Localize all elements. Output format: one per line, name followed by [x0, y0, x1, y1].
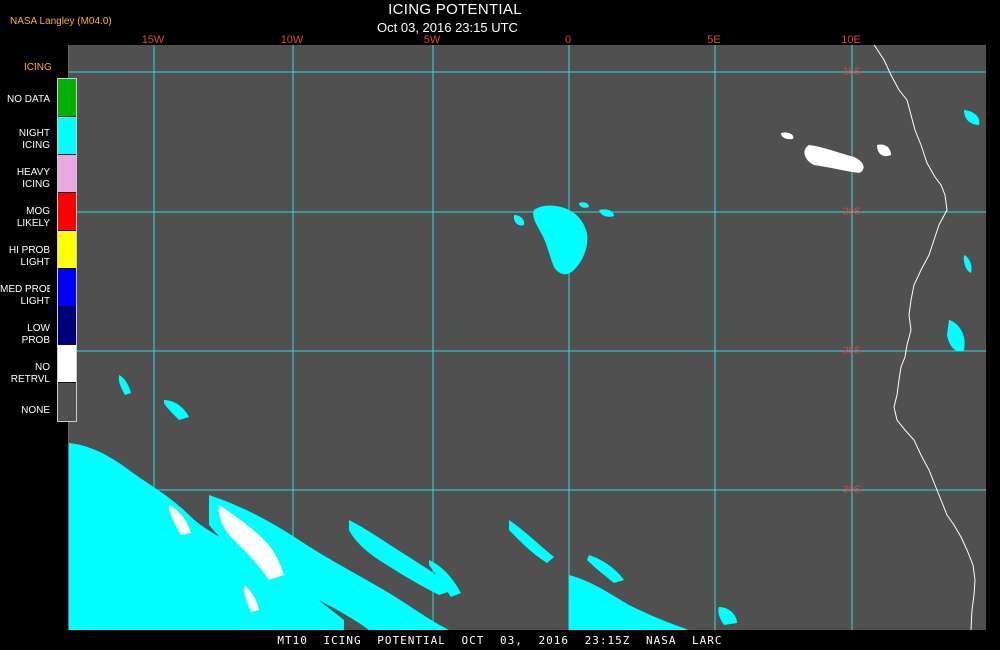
- swatch-no-data: [58, 79, 76, 117]
- swatch-low-prob: [58, 307, 76, 345]
- legend-label-night-icing: NIGHT ICING: [18, 128, 50, 151]
- lat-label-20s: 20S: [843, 206, 861, 218]
- legend-label-heavy-icing: HEAVY ICING: [16, 167, 50, 190]
- swatch-mog-likely: [58, 193, 76, 231]
- legend-label-no-data: NO DATA: [7, 94, 50, 105]
- swatch-night-icing: [58, 117, 76, 155]
- swatch-heavy-icing: [58, 155, 76, 193]
- lat-label-25s: 25S: [843, 345, 861, 357]
- header-title: ICING POTENTIAL: [388, 1, 522, 18]
- legend-label-none: NONE: [21, 405, 50, 416]
- legend-label-low-prob: LOW PROB: [21, 323, 50, 346]
- map-panel[interactable]: [68, 45, 986, 630]
- map-canvas: [69, 45, 986, 630]
- legend-label-hi-prob-light: HI PROB LIGHT: [8, 245, 50, 268]
- header-subtitle: Oct 03, 2016 23:15 UTC: [377, 20, 518, 35]
- swatch-none: [58, 383, 76, 421]
- swatch-hi-prob-light: [58, 231, 76, 269]
- swatch-no-retrvl: [58, 345, 76, 383]
- legend-label-med-prob-light: MED PROB LIGHT: [0, 284, 50, 307]
- legend-label-no-retrvl: NO RETRVL: [10, 362, 50, 385]
- lat-label-15s: 15S: [843, 66, 861, 78]
- legend-colorbar: [57, 78, 77, 422]
- lat-label-30s: 30S: [843, 484, 861, 496]
- agency-label: NASA Langley (M04.0): [10, 16, 112, 27]
- swatch-med-prob-light: [58, 269, 76, 307]
- legend-label-mog-likely: MOG LIKELY: [16, 206, 50, 229]
- night-icing-areas: [69, 110, 980, 630]
- legend-title: ICING: [24, 62, 52, 73]
- footer-caption: MT10 ICING POTENTIAL OCT 03, 2016 23:15Z…: [277, 634, 723, 647]
